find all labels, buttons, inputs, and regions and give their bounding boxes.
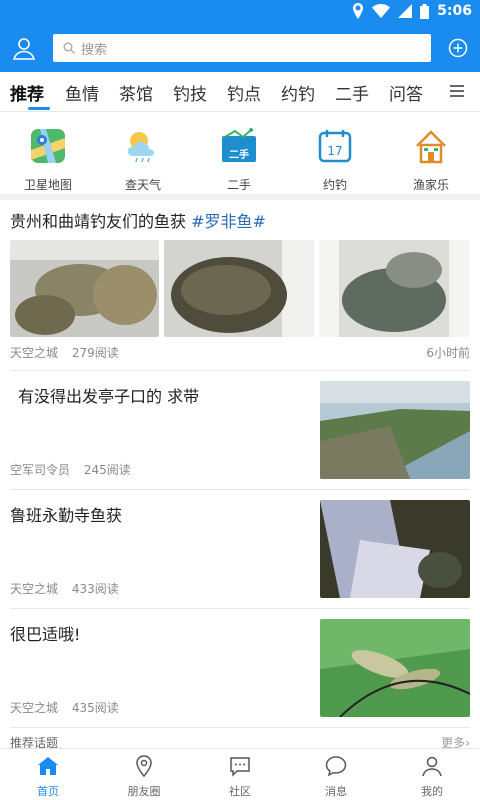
home-icon xyxy=(38,757,58,775)
location-icon xyxy=(353,3,364,19)
nav-messages[interactable]: 消息 xyxy=(304,755,368,799)
row-divider xyxy=(10,370,470,371)
category-tabs: 推荐 鱼情 茶馆 钓技 钓点 约钓 二手 问答 xyxy=(0,72,480,112)
nav-profile[interactable]: 我的 xyxy=(400,755,464,799)
tab-spots[interactable]: 钓点 xyxy=(227,80,261,105)
nav-home[interactable]: 首页 xyxy=(16,755,80,799)
tab-meetups[interactable]: 约钓 xyxy=(281,80,315,105)
post-read-count: 279阅读 xyxy=(71,346,119,360)
signal-icon xyxy=(398,4,413,18)
nav-friends-label: 朋友圈 xyxy=(127,785,161,798)
post-read-count: 433阅读 xyxy=(71,582,119,596)
post-author[interactable]: 天空之城 xyxy=(10,701,58,715)
post-image[interactable] xyxy=(320,619,470,717)
location-pin-icon xyxy=(136,755,152,778)
post-author[interactable]: 空军司令员 xyxy=(10,463,70,477)
row-divider xyxy=(10,608,470,609)
post-image[interactable] xyxy=(319,240,469,337)
nav-friends[interactable]: 朋友圈 xyxy=(112,755,176,799)
quick-meetup[interactable]: 17 约钓 xyxy=(297,128,373,193)
status-icons: 5:06 xyxy=(352,3,472,19)
status-time: 5:06 xyxy=(437,3,472,19)
search-icon xyxy=(63,42,75,54)
post-title-text: 贵州和曲靖钓友们的鱼获 xyxy=(10,212,187,231)
quick-secondhand-label: 二手 xyxy=(226,178,251,192)
nav-profile-label: 我的 xyxy=(421,785,443,798)
post-tag[interactable]: #罗非鱼# xyxy=(191,212,266,231)
post-author[interactable]: 天空之城 xyxy=(10,346,58,360)
post-image[interactable] xyxy=(164,240,314,337)
search-placeholder: 搜索 xyxy=(81,42,108,58)
tab-active-indicator xyxy=(28,107,50,110)
quick-weather-label: 查天气 xyxy=(124,178,161,192)
post-image[interactable] xyxy=(320,381,470,479)
nav-community[interactable]: 社区 xyxy=(208,755,272,799)
community-icon xyxy=(230,757,250,777)
tab-teahouse[interactable]: 茶馆 xyxy=(119,80,153,105)
menu-icon[interactable] xyxy=(450,84,464,98)
post-time: 6小时前 xyxy=(426,346,470,360)
calendar-icon: 17 xyxy=(318,130,352,163)
wifi-icon xyxy=(372,4,391,18)
post-meta: 天空之城 279阅读 xyxy=(10,344,119,361)
quick-meetup-label: 约钓 xyxy=(322,178,347,192)
post-title[interactable]: 鲁班永勤寺鱼获 xyxy=(10,502,122,526)
post-image[interactable] xyxy=(10,240,159,337)
cottage-icon xyxy=(416,130,446,164)
app-bar: 搜索 xyxy=(0,24,480,72)
section-divider xyxy=(0,194,480,200)
quick-weather[interactable]: 查天气 xyxy=(105,128,181,193)
row-divider xyxy=(10,489,470,490)
secondhand-icon-badge: 二手 xyxy=(229,150,249,161)
tab-qa[interactable]: 问答 xyxy=(389,80,423,105)
recommended-topics-title: 推荐话题 xyxy=(10,736,59,748)
nav-messages-label: 消息 xyxy=(325,785,347,798)
satellite-map-icon xyxy=(31,129,65,163)
quick-satellite-map-label: 卫星地图 xyxy=(23,178,72,192)
post-title[interactable]: 有没得出发亭子口的 求带 xyxy=(18,383,199,407)
svg-text:17: 17 xyxy=(327,144,342,158)
post-title[interactable]: 很巴适哦! xyxy=(10,621,80,645)
quick-satellite-map[interactable]: 卫星地图 xyxy=(10,128,86,193)
weather-icon xyxy=(127,132,154,163)
battery-icon xyxy=(420,3,430,19)
nav-home-label: 首页 xyxy=(37,785,59,798)
bottom-nav: 首页 朋友圈 社区 消息 我的 xyxy=(0,748,480,800)
post-image[interactable] xyxy=(320,500,470,598)
more-link[interactable]: 更多› xyxy=(441,734,470,748)
nav-community-label: 社区 xyxy=(229,785,251,798)
tab-techniques[interactable]: 钓技 xyxy=(173,80,207,105)
chat-bubble-icon xyxy=(325,756,347,777)
tab-secondhand[interactable]: 二手 xyxy=(335,80,369,105)
add-circle-icon[interactable] xyxy=(448,38,468,58)
recommended-topics-header: 推荐话题 更多› xyxy=(10,734,470,748)
post-meta: 空军司令员 245阅读 xyxy=(10,461,131,478)
tab-recommend[interactable]: 推荐 xyxy=(10,80,44,105)
post-read-count: 435阅读 xyxy=(71,701,119,715)
user-profile-icon[interactable] xyxy=(12,36,36,60)
status-bar: 5:06 xyxy=(0,0,480,24)
post-meta: 天空之城 435阅读 xyxy=(10,699,119,716)
tab-fish-report[interactable]: 鱼情 xyxy=(65,80,99,105)
person-icon xyxy=(422,756,442,777)
row-divider xyxy=(10,727,470,728)
post-read-count: 245阅读 xyxy=(83,463,131,477)
post-title[interactable]: 贵州和曲靖钓友们的鱼获 #罗非鱼# xyxy=(10,208,266,232)
quick-fishing-resort-label: 渔家乐 xyxy=(412,178,449,192)
quick-fishing-resort[interactable]: 渔家乐 xyxy=(393,128,469,193)
search-input[interactable]: 搜索 xyxy=(53,34,431,62)
post-author[interactable]: 天空之城 xyxy=(10,582,58,596)
post-meta: 天空之城 433阅读 xyxy=(10,580,119,597)
